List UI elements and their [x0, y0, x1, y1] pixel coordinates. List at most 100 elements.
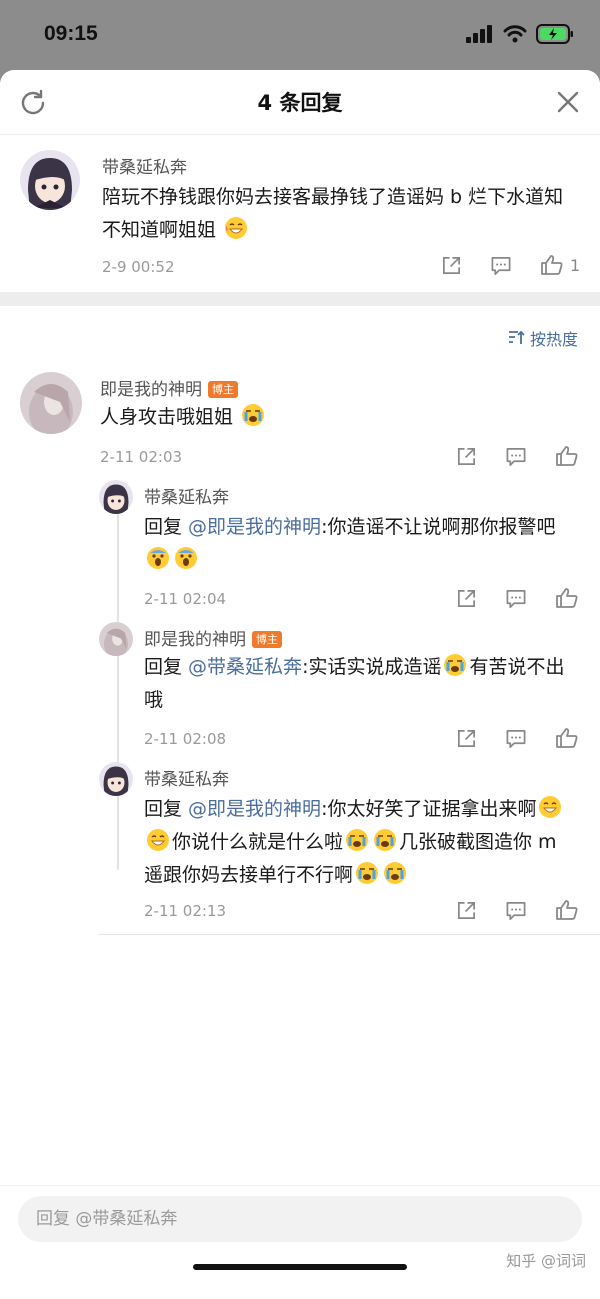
- comment-icon: [506, 589, 526, 608]
- comment-button[interactable]: [505, 588, 527, 609]
- reply-avatar[interactable]: [99, 762, 133, 796]
- reply-date: 2-11 02:03: [100, 448, 183, 466]
- watermark: 知乎 @词词: [506, 1252, 586, 1270]
- reply-actions: [455, 587, 579, 609]
- share-button[interactable]: [455, 900, 477, 921]
- crying-emoji-icon: [444, 654, 467, 676]
- crying-emoji-icon: [242, 404, 265, 426]
- screaming-emoji-icon: [175, 547, 197, 569]
- like-button[interactable]: [555, 899, 579, 921]
- reply-avatar[interactable]: [20, 372, 82, 434]
- root-comment-text: 陪玩不挣钱跟你妈去接客最挣钱了造谣妈 b 烂下水道知不知道啊姐姐: [102, 181, 572, 247]
- reply-author-name[interactable]: 即是我的神明: [144, 630, 246, 650]
- like-button[interactable]: [555, 445, 579, 467]
- comment-button[interactable]: [505, 900, 527, 921]
- share-button[interactable]: [455, 446, 477, 467]
- home-indicator[interactable]: [193, 1264, 407, 1270]
- reply-body: :实话实说成造谣: [302, 656, 442, 678]
- grinning-sweat-emoji-icon: [225, 217, 248, 239]
- like-button[interactable]: [540, 254, 564, 276]
- share-icon: [457, 589, 475, 607]
- mention-link[interactable]: @即是我的神明: [188, 798, 321, 820]
- crying-emoji-icon: [346, 829, 369, 851]
- crying-emoji-icon: [356, 862, 379, 884]
- battery-icon: [536, 24, 573, 44]
- reply-avatar[interactable]: [99, 480, 133, 514]
- root-author[interactable]: 带桑延私奔: [102, 153, 187, 178]
- reply-actions: [455, 899, 579, 921]
- like-button[interactable]: [555, 587, 579, 609]
- grinning-sweat-emoji-icon: [147, 829, 169, 851]
- thumbs-up-icon: [556, 446, 578, 466]
- reply-prefix: 回复: [144, 798, 189, 820]
- crying-emoji-icon: [374, 829, 397, 851]
- signal-icon: [466, 25, 492, 43]
- thread-separator: [98, 934, 600, 935]
- reply-prefix: 回复: [144, 516, 189, 538]
- share-icon: [442, 256, 460, 274]
- crying-emoji-icon: [384, 862, 407, 884]
- reply-date: 2-11 02:04: [144, 590, 227, 608]
- close-icon: [557, 91, 579, 113]
- reply-text: 回复 @即是我的神明:你造谣不让说啊那你报警吧: [144, 511, 580, 577]
- root-date: 2-9 00:52: [102, 258, 175, 276]
- root-avatar[interactable]: [20, 150, 80, 210]
- thumbs-up-icon: [556, 588, 578, 608]
- thumbs-up-icon: [556, 728, 578, 748]
- reply-author[interactable]: 带桑延私奔: [144, 765, 229, 790]
- like-button[interactable]: [555, 727, 579, 749]
- reply-author: 即是我的神明 博主: [144, 625, 282, 650]
- screaming-emoji-icon: [147, 547, 169, 569]
- share-button[interactable]: [455, 588, 477, 609]
- share-button[interactable]: [455, 728, 477, 749]
- reply-text: 回复 @带桑延私奔:实话实说成造谣 有苦说不出哦: [144, 651, 580, 717]
- close-button[interactable]: [556, 90, 580, 118]
- status-icons: [466, 24, 574, 44]
- comment-icon: [491, 256, 511, 275]
- grinning-sweat-emoji-icon: [539, 796, 562, 818]
- status-time: 09:15: [44, 22, 98, 45]
- mention-link[interactable]: @带桑延私奔: [188, 656, 302, 678]
- like-count: 1: [570, 255, 581, 275]
- reply-input-bar: 知乎 @词词: [0, 1185, 600, 1299]
- comment-icon: [506, 901, 526, 920]
- reply-actions: [455, 445, 579, 467]
- sort-label: 按热度: [529, 330, 578, 349]
- sheet-header: 4 条回复: [0, 70, 600, 135]
- share-icon: [457, 901, 475, 919]
- mention-link[interactable]: @即是我的神明: [188, 516, 321, 538]
- reply-body: 人身攻击哦姐姐: [100, 406, 234, 428]
- reply-actions: [455, 727, 579, 749]
- reply-body-continued: 你说什么就是什么啦: [172, 831, 344, 853]
- reply-body: :你太好笑了证据拿出来啊: [321, 798, 537, 820]
- reply-prefix: 回复: [144, 656, 189, 678]
- comment-button[interactable]: [505, 728, 527, 749]
- sort-icon: [508, 330, 525, 344]
- replies-sheet: 4 条回复 带桑延私奔 陪玩不挣钱跟你妈去接客最挣钱了造谣妈 b 烂下水道知不知…: [0, 70, 600, 1299]
- section-divider: [0, 292, 600, 306]
- reply-date: 2-11 02:08: [144, 730, 227, 748]
- thread-line: [117, 510, 119, 870]
- comment-icon: [506, 447, 526, 466]
- author-badge: 博主: [208, 381, 238, 398]
- reply-body: :你造谣不让说啊那你报警吧: [321, 516, 556, 538]
- reply-text: 人身攻击哦姐姐: [100, 401, 267, 434]
- wifi-icon: [503, 25, 527, 43]
- reply-author-name[interactable]: 即是我的神明: [100, 380, 202, 400]
- share-icon: [457, 447, 475, 465]
- reply-author: 即是我的神明 博主: [100, 375, 238, 400]
- reply-date: 2-11 02:13: [144, 902, 227, 920]
- status-bar: 09:15: [0, 0, 600, 70]
- page-title: 4 条回复: [257, 91, 343, 115]
- share-icon: [457, 729, 475, 747]
- share-button[interactable]: [440, 255, 462, 276]
- reply-text: 回复 @即是我的神明:你太好笑了证据拿出来啊你说什么就是什么啦 几张破截图造你 m…: [144, 793, 580, 892]
- thumbs-up-icon: [541, 255, 563, 275]
- reply-input[interactable]: [18, 1196, 582, 1242]
- sort-button[interactable]: 按热度: [508, 326, 578, 350]
- comment-button[interactable]: [490, 255, 512, 276]
- reply-author[interactable]: 带桑延私奔: [144, 483, 229, 508]
- thumbs-up-icon: [556, 900, 578, 920]
- reply-avatar[interactable]: [99, 622, 133, 656]
- comment-button[interactable]: [505, 446, 527, 467]
